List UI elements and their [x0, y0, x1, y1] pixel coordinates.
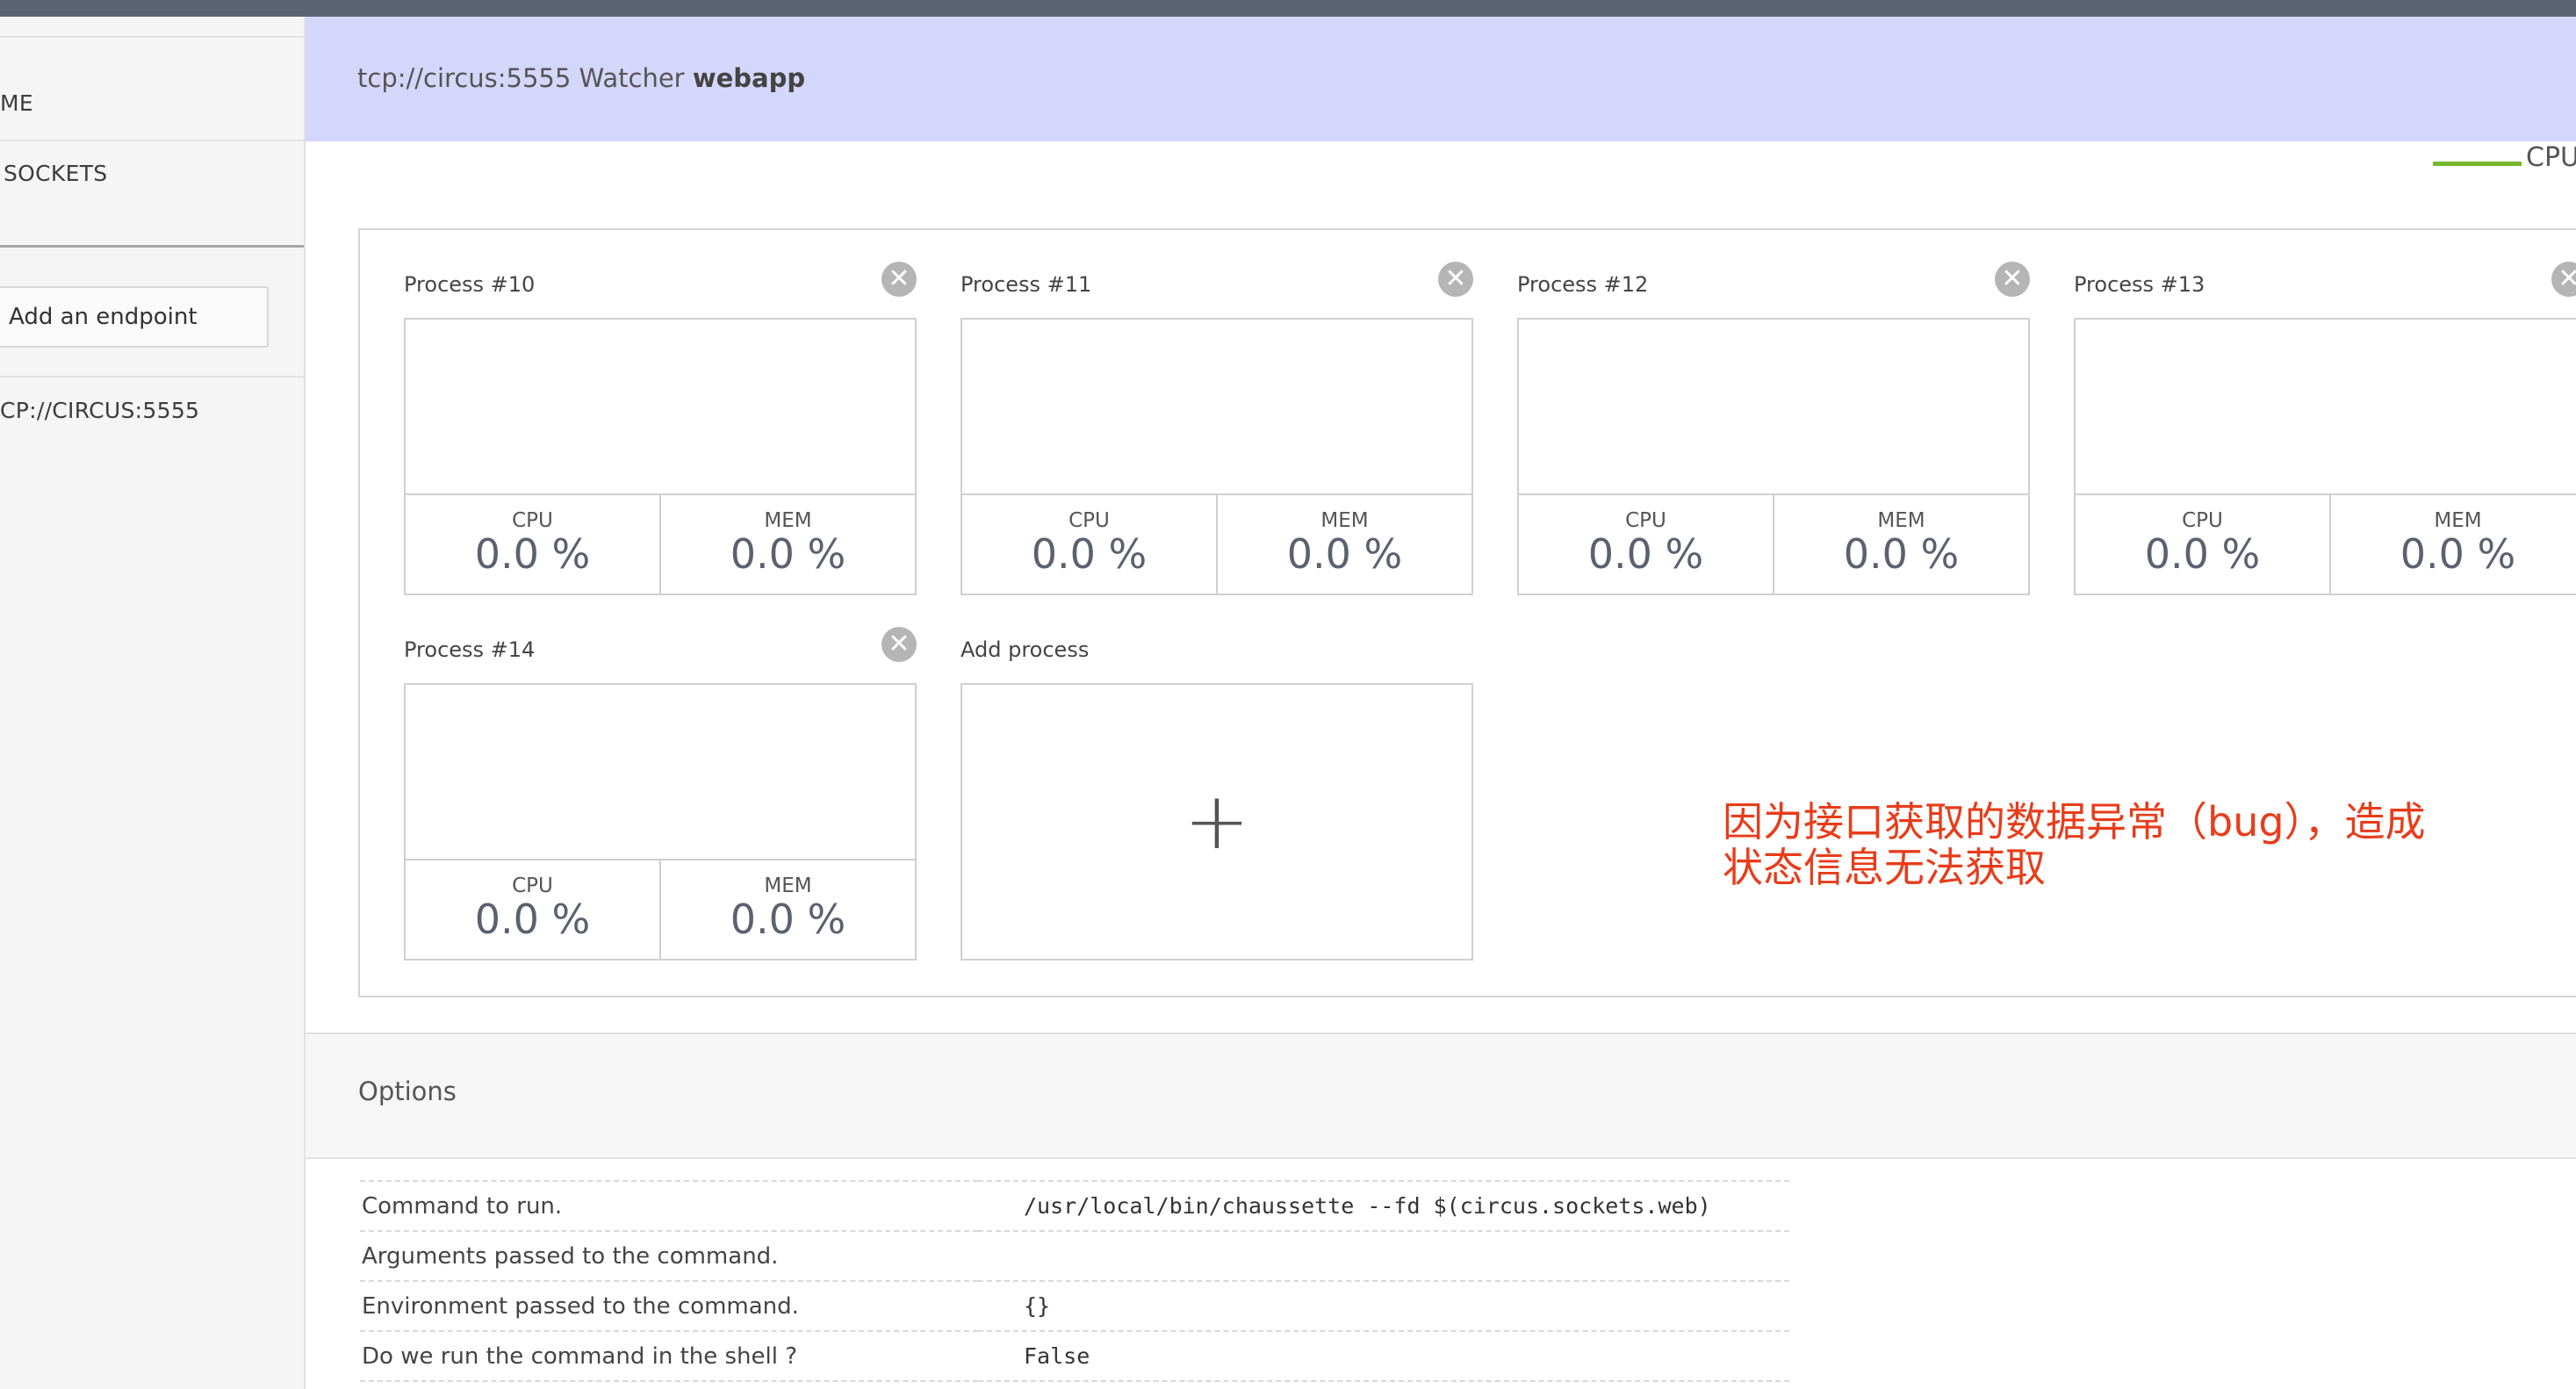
option-value: /usr/local/bin/chaussette --fd $(circus.…: [978, 1180, 1789, 1231]
mem-stat: MEM 0.0 %: [659, 860, 915, 959]
options-table: Command to run. /usr/local/bin/chaussett…: [360, 1180, 1789, 1382]
cpu-stat: CPU 0.0 %: [1519, 495, 1773, 594]
sidebar-divider: [0, 245, 304, 248]
mem-label: MEM: [764, 509, 812, 532]
page-title-prefix: tcp://circus:5555 Watcher: [357, 63, 693, 93]
option-label: Do we run the command in the shell ?: [360, 1330, 978, 1382]
process-chart: CPU 0.0 % MEM 0.0 %: [404, 318, 917, 595]
option-label: Command to run.: [360, 1180, 978, 1231]
legend-swatch-cpu: [2433, 162, 2522, 166]
table-row: Environment passed to the command. {}: [360, 1280, 1789, 1331]
options-header: Options: [306, 1034, 2576, 1159]
add-process-button[interactable]: +: [961, 683, 1473, 961]
cpu-value: 0.0 %: [2144, 530, 2261, 578]
cpu-stat: CPU 0.0 %: [406, 860, 659, 959]
cpu-stat: CPU 0.0 %: [962, 495, 1216, 594]
mem-value: 0.0 %: [730, 530, 846, 578]
close-icon[interactable]: ✕: [881, 627, 917, 662]
process-chart: CPU 0.0 % MEM 0.0 %: [961, 318, 1473, 595]
add-process-label: Add process: [961, 637, 1090, 662]
cpu-value: 0.0 %: [1587, 530, 1704, 578]
plus-icon: +: [1184, 775, 1250, 867]
option-value: False: [978, 1330, 1789, 1382]
sidebar-divider: [0, 140, 304, 141]
table-row: Command to run. /usr/local/bin/chaussett…: [360, 1180, 1789, 1231]
option-label: Environment passed to the command.: [360, 1280, 978, 1331]
table-row: Do we run the command in the shell ? Fal…: [360, 1330, 1789, 1382]
watcher-name: webapp: [692, 63, 806, 93]
sidebar: ME SOCKETS Add an endpoint CP://CIRCUS:5…: [0, 17, 306, 1389]
cpu-stat: CPU 0.0 %: [406, 495, 659, 594]
sidebar-item-endpoint[interactable]: CP://CIRCUS:5555: [0, 398, 199, 423]
cpu-label: CPU: [512, 874, 553, 897]
annotation-line: 状态信息无法获取: [1723, 844, 2046, 891]
option-value: [978, 1230, 1789, 1281]
cpu-value: 0.0 %: [1031, 530, 1148, 578]
sidebar-item-home[interactable]: ME: [0, 90, 33, 116]
top-bar: [0, 0, 2576, 17]
mem-value: 0.0 %: [2400, 530, 2516, 578]
mem-value: 0.0 %: [730, 896, 846, 943]
process-title: Process #11: [961, 272, 1092, 297]
table-row: Arguments passed to the command.: [360, 1230, 1789, 1281]
option-value: {}: [978, 1280, 1789, 1331]
process-stats: CPU 0.0 % MEM 0.0 %: [962, 493, 1471, 594]
process-chart: CPU 0.0 % MEM 0.0 %: [1517, 318, 2030, 595]
mem-label: MEM: [1320, 509, 1369, 532]
cpu-value: 0.0 %: [474, 896, 591, 943]
sidebar-item-sockets[interactable]: SOCKETS: [4, 161, 107, 186]
process-title: Process #12: [1517, 272, 1649, 297]
sidebar-divider: [0, 36, 304, 38]
mem-label: MEM: [1877, 509, 1925, 532]
mem-label: MEM: [764, 874, 812, 897]
mem-stat: MEM 0.0 %: [659, 495, 915, 594]
mem-label: MEM: [2434, 509, 2482, 532]
error-annotation: 因为接口获取的数据异常（bug），造成 状态信息无法获取: [1723, 799, 2513, 890]
process-stats: CPU 0.0 % MEM 0.0 %: [1519, 493, 2028, 594]
close-icon[interactable]: ✕: [2551, 262, 2576, 297]
options-title: Options: [358, 1076, 457, 1106]
process-stats: CPU 0.0 % MEM 0.0 %: [406, 859, 915, 959]
process-chart: CPU 0.0 % MEM 0.0 %: [2074, 318, 2576, 595]
mem-stat: MEM 0.0 %: [2329, 495, 2576, 594]
sidebar-divider: [0, 376, 304, 378]
page-header: tcp://circus:5555 Watcher webapp: [306, 17, 2576, 141]
option-label: Arguments passed to the command.: [360, 1230, 978, 1281]
cpu-label: CPU: [1069, 509, 1110, 532]
annotation-line: 因为接口获取的数据异常（bug），造成: [1723, 798, 2426, 846]
process-title: Process #14: [404, 637, 536, 662]
mem-stat: MEM 0.0 %: [1773, 495, 2028, 594]
mem-stat: MEM 0.0 %: [1216, 495, 1471, 594]
process-stats: CPU 0.0 % MEM 0.0 %: [406, 493, 915, 594]
mem-value: 0.0 %: [1843, 530, 1960, 578]
mem-value: 0.0 %: [1286, 530, 1403, 578]
close-icon[interactable]: ✕: [1995, 262, 2030, 297]
page-title: tcp://circus:5555 Watcher webapp: [357, 63, 805, 93]
process-stats: CPU 0.0 % MEM 0.0 %: [2076, 493, 2576, 594]
cpu-label: CPU: [2182, 509, 2223, 532]
process-title: Process #13: [2074, 272, 2205, 297]
close-icon[interactable]: ✕: [881, 262, 917, 297]
close-icon[interactable]: ✕: [1438, 262, 1473, 297]
add-endpoint-button[interactable]: Add an endpoint: [0, 286, 269, 348]
cpu-stat: CPU 0.0 %: [2076, 495, 2329, 594]
cpu-label: CPU: [1625, 509, 1666, 532]
legend-label-cpu: CPU: [2526, 142, 2576, 173]
process-title: Process #10: [404, 272, 536, 297]
process-chart: CPU 0.0 % MEM 0.0 %: [404, 683, 917, 961]
cpu-label: CPU: [512, 509, 553, 532]
cpu-value: 0.0 %: [474, 530, 591, 578]
